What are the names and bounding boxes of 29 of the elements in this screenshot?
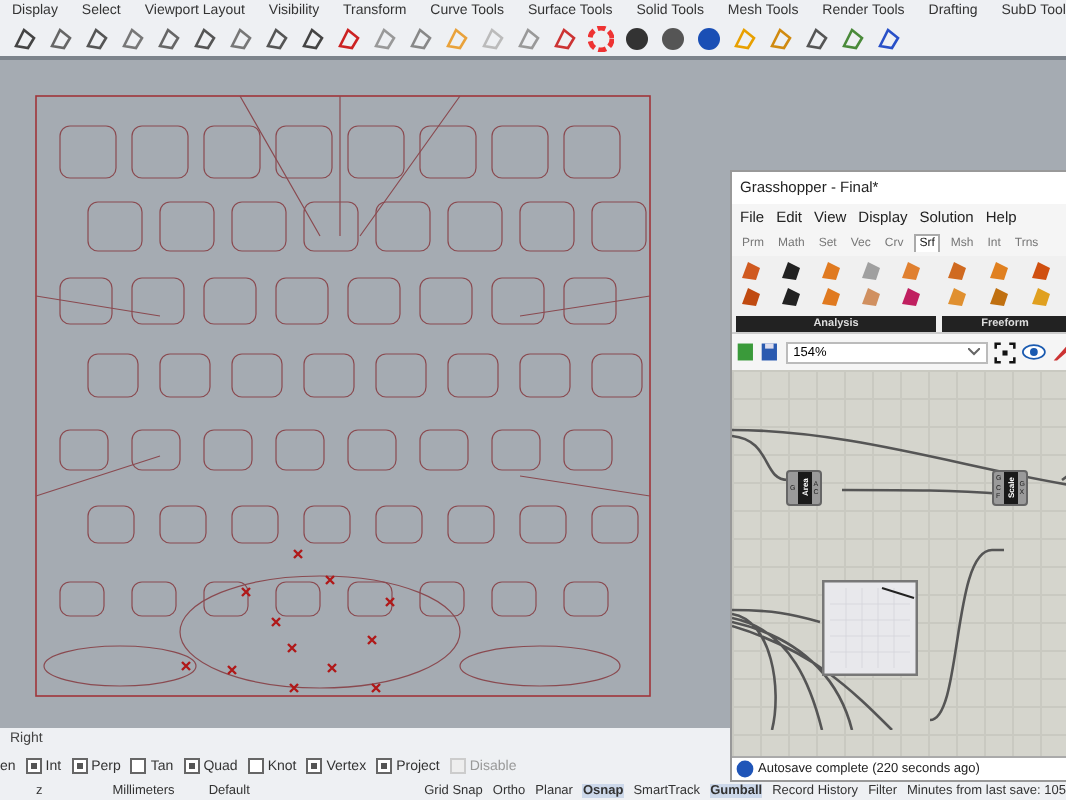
- osnap-checkbox[interactable]: [306, 758, 323, 774]
- save-icon[interactable]: [760, 340, 780, 364]
- toolbar-tool-icon[interactable]: [12, 26, 38, 52]
- toolbar-tool-icon[interactable]: [48, 26, 74, 52]
- toolbar-tool-icon[interactable]: [660, 26, 686, 52]
- osnap-checkbox[interactable]: [25, 758, 42, 774]
- osnap-checkbox[interactable]: [183, 758, 200, 774]
- toolbar-tool-icon[interactable]: [264, 26, 290, 52]
- component-icon[interactable]: [780, 286, 802, 308]
- toolbar-tool-icon[interactable]: [84, 26, 110, 52]
- zoom-extents-icon[interactable]: [993, 339, 1016, 365]
- osnap-checkbox[interactable]: [376, 758, 393, 774]
- open-file-icon[interactable]: [736, 340, 755, 364]
- osnap-checkbox[interactable]: [71, 758, 88, 774]
- osnap-checkbox[interactable]: [247, 758, 264, 774]
- osnap-checkbox[interactable]: [130, 758, 147, 774]
- toolbar-tool-icon[interactable]: [156, 26, 182, 52]
- graph-mapper-drawing[interactable]: [822, 580, 918, 676]
- toolbar-tool-icon[interactable]: [696, 26, 722, 52]
- toolbar-tool-icon[interactable]: [336, 26, 362, 52]
- toolbar-tool-icon[interactable]: [876, 26, 902, 52]
- toolbar-tool-icon[interactable]: [804, 26, 830, 52]
- grasshopper-logo-icon: [736, 760, 754, 778]
- toolbar-tool-icon[interactable]: [300, 26, 326, 52]
- component-icon[interactable]: [780, 260, 802, 282]
- toolbar-tool-icon[interactable]: [624, 26, 650, 52]
- eye-icon[interactable]: [1021, 342, 1046, 362]
- toolbar-tool-icon[interactable]: [192, 26, 218, 52]
- caret-icon: [967, 348, 980, 356]
